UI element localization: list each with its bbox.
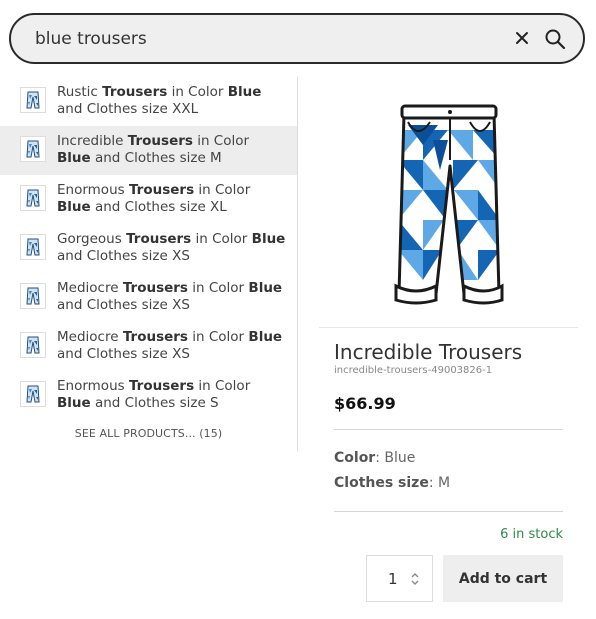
close-icon[interactable] <box>511 27 533 49</box>
product-price: $66.99 <box>334 394 396 413</box>
result-title: Mediocre Trousers in Color Blue and Clot… <box>57 329 287 363</box>
result-title: Enormous Trousers in Color Blue and Clot… <box>57 182 287 216</box>
result-suffix: and Clothes size XS <box>57 346 190 362</box>
result-mid: in Color <box>187 280 249 296</box>
result-title: Incredible Trousers in Color Blue and Cl… <box>57 133 287 167</box>
result-suffix: and Clothes size M <box>90 150 222 166</box>
search-result-item[interactable]: Enormous Trousers in Color Blue and Clot… <box>0 371 297 420</box>
divider <box>334 429 563 430</box>
result-match-trousers: Trousers <box>128 378 195 394</box>
search-bar <box>9 13 585 64</box>
result-match-trousers: Trousers <box>127 133 193 149</box>
search-results-list: Rustic Trousers in Color Blue and Clothe… <box>0 77 298 451</box>
result-title: Gorgeous Trousers in Color Blue and Clot… <box>57 231 287 265</box>
result-match-blue: Blue <box>248 329 283 345</box>
search-result-item[interactable]: Gorgeous Trousers in Color Blue and Clot… <box>0 224 297 273</box>
quantity-value[interactable]: 1 <box>388 570 398 588</box>
product-thumbnail <box>20 185 46 211</box>
result-match-trousers: Trousers <box>122 280 188 296</box>
color-label: Color <box>334 450 376 466</box>
product-thumbnail <box>20 234 46 260</box>
product-thumbnail <box>20 283 46 309</box>
result-prefix: Mediocre <box>57 280 123 296</box>
result-match-trousers: Trousers <box>122 329 188 345</box>
result-match-blue: Blue <box>57 395 91 411</box>
search-result-item[interactable]: Mediocre Trousers in Color Blue and Clot… <box>0 273 297 322</box>
product-sku: incredible-trousers-49003826-1 <box>334 365 493 376</box>
result-prefix: Enormous <box>57 378 129 394</box>
result-mid: in Color <box>194 378 251 394</box>
product-thumbnail <box>20 136 46 162</box>
search-input[interactable] <box>35 15 475 62</box>
result-match-blue: Blue <box>251 231 286 247</box>
result-match-blue: Blue <box>227 84 262 100</box>
see-all-products-link[interactable]: SEE ALL PRODUCTS... (15) <box>0 427 297 440</box>
product-image <box>378 100 518 305</box>
result-mid: in Color <box>187 329 249 345</box>
result-match-blue: Blue <box>57 199 91 215</box>
result-suffix: and Clothes size XL <box>90 199 227 215</box>
result-prefix: Gorgeous <box>57 231 127 247</box>
product-thumbnail <box>20 87 46 113</box>
result-title: Enormous Trousers in Color Blue and Clot… <box>57 378 287 412</box>
result-title: Mediocre Trousers in Color Blue and Clot… <box>57 280 287 314</box>
search-result-item[interactable]: Rustic Trousers in Color Blue and Clothe… <box>0 77 297 126</box>
add-to-cart-button[interactable]: Add to cart <box>443 555 563 602</box>
size-value: M <box>438 475 451 491</box>
result-mid: in Color <box>192 133 250 149</box>
product-thumbnail <box>20 332 46 358</box>
product-title[interactable]: Incredible Trousers <box>334 340 522 364</box>
search-icon[interactable] <box>543 27 567 51</box>
result-prefix: Mediocre <box>57 329 123 345</box>
result-title: Rustic Trousers in Color Blue and Clothe… <box>57 84 287 118</box>
spinner-arrows-icon[interactable] <box>409 569 421 589</box>
result-mid: in Color <box>191 231 252 247</box>
result-mid: in Color <box>167 84 228 100</box>
result-suffix: and Clothes size XS <box>57 297 190 313</box>
result-match-trousers: Trousers <box>102 84 168 100</box>
color-attribute: Color: Blue <box>334 450 416 466</box>
result-suffix: and Clothes size S <box>90 395 219 411</box>
quantity-stepper[interactable]: 1 <box>366 555 433 602</box>
result-suffix: and Clothes size XS <box>57 248 190 264</box>
product-thumbnail <box>20 381 46 407</box>
search-result-item[interactable]: Incredible Trousers in Color Blue and Cl… <box>0 126 297 175</box>
divider <box>319 327 578 328</box>
search-result-item[interactable]: Enormous Trousers in Color Blue and Clot… <box>0 175 297 224</box>
search-result-item[interactable]: Mediocre Trousers in Color Blue and Clot… <box>0 322 297 371</box>
result-prefix: Rustic <box>57 84 103 100</box>
result-match-blue: Blue <box>57 150 91 166</box>
divider <box>334 511 563 512</box>
size-attribute: Clothes size: M <box>334 475 451 491</box>
result-suffix: and Clothes size XXL <box>57 101 199 117</box>
color-value: Blue <box>384 450 416 466</box>
result-prefix: Incredible <box>57 133 128 149</box>
result-match-trousers: Trousers <box>128 182 195 198</box>
result-mid: in Color <box>194 182 251 198</box>
result-match-blue: Blue <box>248 280 283 296</box>
result-match-trousers: Trousers <box>126 231 192 247</box>
size-label: Clothes size <box>334 475 429 491</box>
stock-status: 6 in stock <box>500 527 563 542</box>
result-prefix: Enormous <box>57 182 129 198</box>
